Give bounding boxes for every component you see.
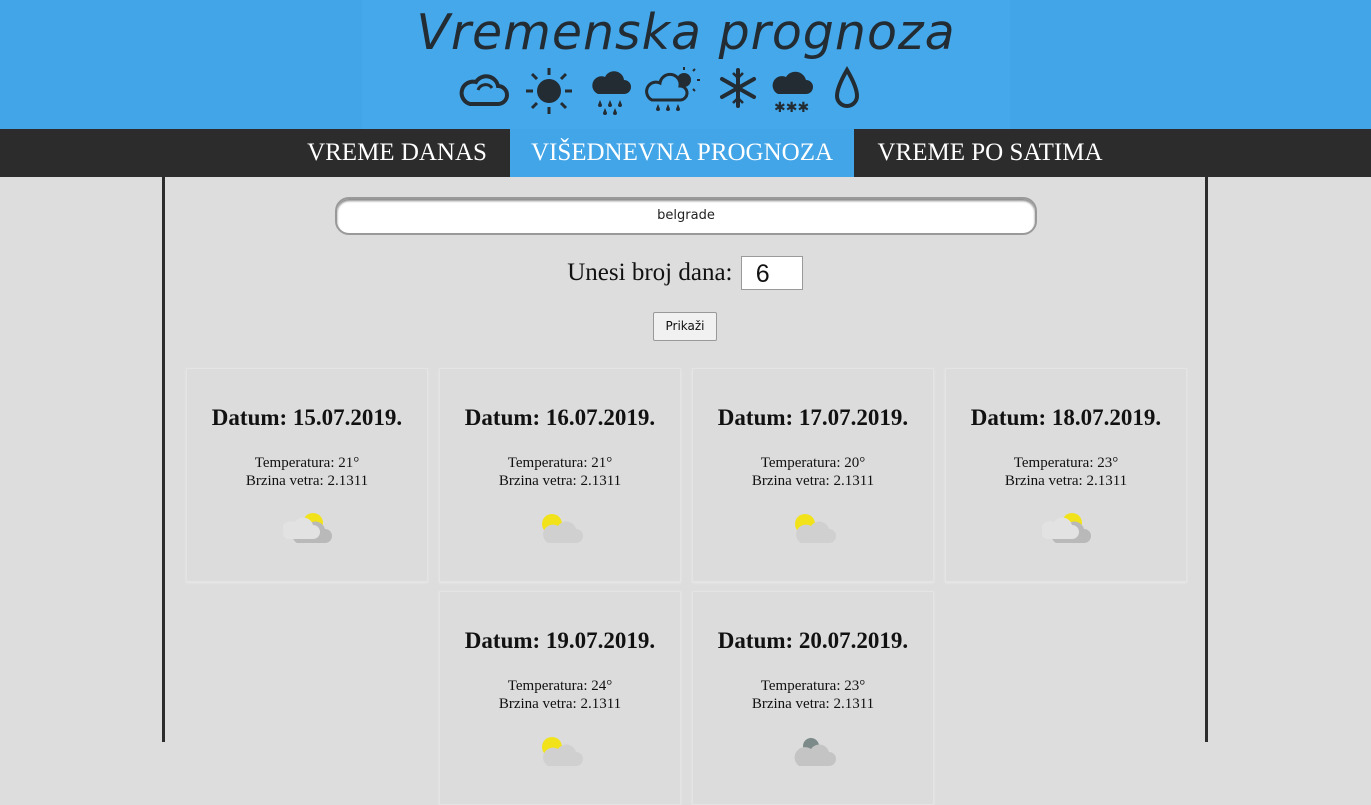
- nav-item-visednevna-prognoza[interactable]: VIŠEDNEVNA PROGNOZA: [510, 129, 854, 177]
- weather-icon-row: ✱✱✱: [458, 66, 878, 116]
- cloud-icon: [459, 74, 509, 106]
- forecast-date: Datum: 20.07.2019.: [717, 628, 909, 653]
- days-form-row: Unesi broj dana: 6: [165, 256, 1205, 290]
- site-header: Vremenska prognoza ✱✱✱: [0, 0, 1371, 129]
- forecast-card: Datum: 16.07.2019. Temperatura: 21° Brzi…: [439, 368, 681, 582]
- nav-item-vreme-po-satima[interactable]: VREME PO SATIMA: [854, 129, 1126, 177]
- forecast-wind-speed: Brzina vetra: 2.1311: [245, 473, 369, 489]
- partly-cloudy-icon: [542, 514, 583, 543]
- city-search-input[interactable]: belgrade: [335, 197, 1037, 235]
- partly-cloudy-icon: [542, 737, 583, 766]
- forecast-wind-speed: Brzina vetra: 2.1311: [498, 696, 622, 712]
- forecast-wind-speed: Brzina vetra: 2.1311: [1004, 473, 1128, 489]
- cloudy-icon: [794, 738, 836, 766]
- main-content: belgrade Unesi broj dana: 6 Prikaži Datu…: [162, 177, 1208, 805]
- rain-cloud-icon: [592, 71, 631, 115]
- sun-behind-gray-cloud-icon: [1042, 513, 1091, 543]
- days-label: Unesi broj dana:: [567, 259, 733, 286]
- forecast-temperature: Temperatura: 24°: [507, 678, 613, 694]
- forecast-date: Datum: 19.07.2019.: [464, 628, 656, 653]
- show-button[interactable]: Prikaži: [653, 312, 717, 341]
- forecast-date: Datum: 17.07.2019.: [717, 405, 909, 430]
- sun-cloud-rain-icon: [645, 67, 700, 111]
- snow-cloud-icon: ✱✱✱: [772, 71, 813, 116]
- forecast-temperature: Temperatura: 21°: [254, 455, 360, 471]
- forecast-card: Datum: 18.07.2019. Temperatura: 23° Brzi…: [945, 368, 1187, 582]
- forecast-wind-speed: Brzina vetra: 2.1311: [751, 696, 875, 712]
- forecast-wind-speed: Brzina vetra: 2.1311: [751, 473, 875, 489]
- site-title: Vremenska prognoza: [416, 4, 956, 61]
- nav-item-vreme-danas[interactable]: VREME DANAS: [284, 129, 510, 177]
- drop-icon: [834, 66, 860, 108]
- forecast-temperature: Temperatura: 23°: [760, 678, 866, 694]
- forecast-card: Datum: 19.07.2019. Temperatura: 24° Brzi…: [439, 591, 681, 805]
- forecast-date: Datum: 15.07.2019.: [211, 405, 403, 430]
- sun-behind-gray-cloud-icon: [283, 513, 332, 543]
- forecast-date: Datum: 16.07.2019.: [464, 405, 656, 430]
- forecast-temperature: Temperatura: 21°: [507, 455, 613, 471]
- sun-icon: [526, 68, 572, 114]
- header-banner: Vremenska prognoza ✱✱✱: [362, 0, 1010, 129]
- forecast-temperature: Temperatura: 23°: [1013, 455, 1119, 471]
- forecast-temperature: Temperatura: 20°: [760, 455, 866, 471]
- forecast-card: Datum: 20.07.2019. Temperatura: 23° Brzi…: [692, 591, 934, 805]
- snowflake-icon: [720, 68, 756, 108]
- forecast-date: Datum: 18.07.2019.: [970, 405, 1162, 430]
- forecast-card: Datum: 17.07.2019. Temperatura: 20° Brzi…: [692, 368, 934, 582]
- forecast-card: Datum: 15.07.2019. Temperatura: 21° Brzi…: [186, 368, 428, 582]
- main-nav: VREME DANAS VIŠEDNEVNA PROGNOZA VREME PO…: [0, 129, 1371, 177]
- svg-text:✱✱✱: ✱✱✱: [774, 100, 809, 116]
- partly-cloudy-icon: [795, 514, 836, 543]
- days-count-input[interactable]: 6: [740, 256, 803, 290]
- forecast-wind-speed: Brzina vetra: 2.1311: [498, 473, 622, 489]
